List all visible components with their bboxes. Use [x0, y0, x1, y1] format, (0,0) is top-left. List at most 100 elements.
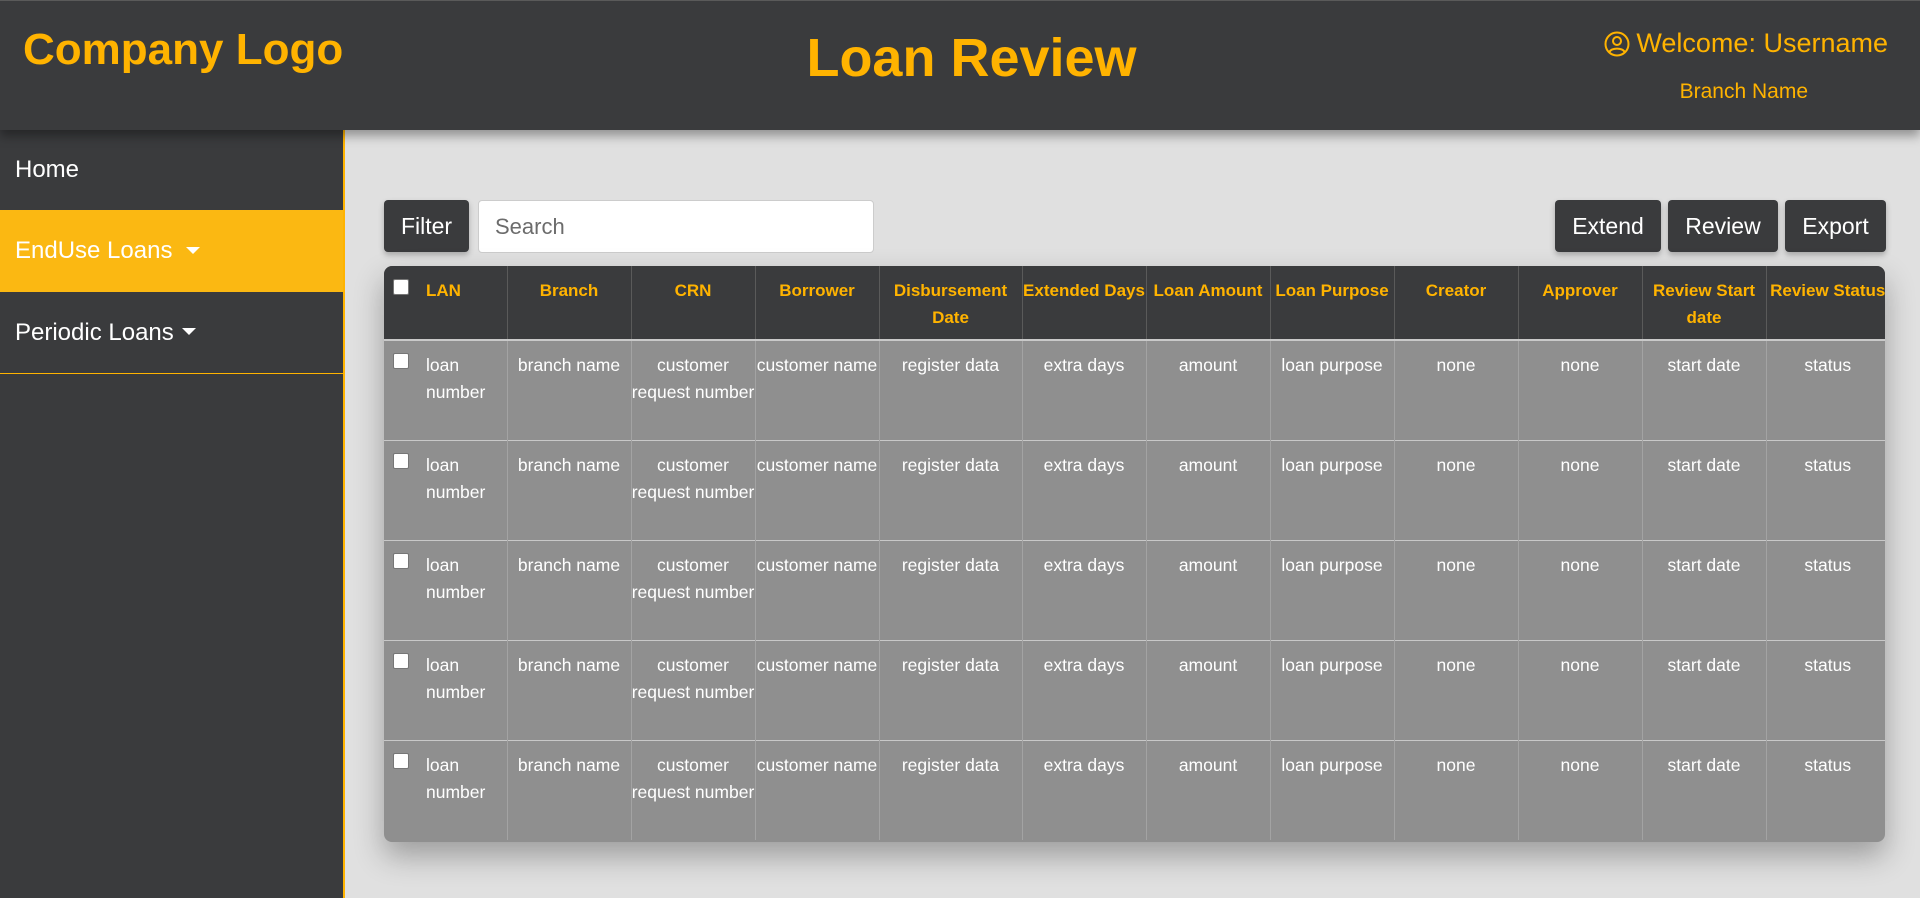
table-cell: start date — [1641, 439, 1766, 540]
table-row[interactable]: loan number branch name customer request n… — [384, 739, 1885, 840]
table-cell: loan purpose — [1269, 439, 1394, 540]
table-cell: customer name — [754, 739, 879, 840]
main-content: Filter Extend Review Export LAN BranchCRN… — [345, 130, 1920, 898]
column-header[interactable]: CRN — [630, 266, 755, 341]
table-cell: customer request number — [630, 639, 755, 740]
table-cell: loan number — [384, 340, 507, 440]
table-cell: start date — [1641, 639, 1766, 740]
table-cell: loan number — [384, 439, 507, 540]
search-input[interactable] — [478, 200, 874, 253]
column-header-label: LAN — [426, 281, 461, 300]
table-cell: customer name — [754, 340, 879, 440]
column-header[interactable]: Review Start date — [1641, 266, 1766, 341]
review-button[interactable]: Review — [1668, 200, 1778, 252]
table-cell: start date — [1641, 739, 1766, 840]
export-button[interactable]: Export — [1785, 200, 1886, 252]
column-header[interactable]: Approver — [1517, 266, 1642, 341]
column-header[interactable]: Branch — [506, 266, 631, 341]
lan-cell: loan number — [384, 352, 507, 406]
row-checkbox[interactable] — [393, 652, 409, 669]
table-cell: status — [1765, 439, 1885, 540]
user-circle-icon — [1604, 31, 1630, 56]
sidebar-item-enduse-loans[interactable]: EndUse Loans — [0, 210, 343, 292]
table-cell: status — [1765, 539, 1885, 640]
table-cell: extra days — [1021, 539, 1146, 640]
select-all-checkbox[interactable] — [393, 279, 409, 295]
table-cell: none — [1517, 639, 1642, 740]
cell-text: loan number — [426, 754, 486, 802]
sidebar-item-label: Periodic Loans — [15, 318, 174, 346]
table-cell: branch name — [506, 639, 631, 740]
lan-cell: loan number — [384, 452, 507, 506]
filter-button[interactable]: Filter — [384, 200, 469, 252]
column-header[interactable]: Loan Amount — [1145, 266, 1270, 341]
table-cell: loan purpose — [1269, 639, 1394, 740]
table-header: LAN Branch CRN Borrower Disbursement Date Ext… — [384, 266, 1885, 341]
app-header: Company Logo Loan Review Welcome: Userna… — [0, 0, 1920, 130]
column-header[interactable]: Loan Purpose — [1269, 266, 1394, 341]
cell-text: loan number — [426, 554, 486, 602]
table-cell: extra days — [1021, 340, 1146, 440]
table-cell: amount — [1145, 539, 1270, 640]
table-cell: amount — [1145, 340, 1270, 440]
table-cell: customer name — [754, 439, 879, 540]
column-header[interactable]: Review Status — [1765, 266, 1885, 341]
table-row[interactable]: loan number branch name customer request n… — [384, 639, 1885, 740]
sidebar-item-home[interactable]: Home — [0, 130, 343, 210]
sidebar-item-label: Home — [15, 156, 80, 183]
row-checkbox[interactable] — [393, 452, 409, 469]
table-cell: register data — [878, 739, 1022, 840]
table-cell: status — [1765, 739, 1885, 840]
table-cell: none — [1393, 340, 1518, 440]
table-cell: none — [1517, 340, 1642, 440]
table-cell: customer name — [754, 539, 879, 640]
table-cell: extra days — [1021, 739, 1146, 840]
table-cell: customer request number — [630, 739, 755, 840]
table-cell: none — [1393, 439, 1518, 540]
table-cell: customer request number — [630, 539, 755, 640]
table-cell: amount — [1145, 439, 1270, 540]
table-cell: register data — [878, 639, 1022, 740]
table-cell: start date — [1641, 539, 1766, 640]
table-cell: branch name — [506, 739, 631, 840]
table-cell: branch name — [506, 340, 631, 440]
table-cell: extra days — [1021, 439, 1146, 540]
table-cell: loan purpose — [1269, 539, 1394, 640]
table-cell: none — [1393, 539, 1518, 640]
column-header[interactable]: Creator — [1393, 266, 1518, 341]
row-checkbox[interactable] — [393, 353, 409, 369]
column-header[interactable]: Borrower — [754, 266, 879, 341]
table-row[interactable]: loan number branch name customer request n… — [384, 340, 1885, 440]
table-row[interactable]: loan number branch name customer request n… — [384, 539, 1885, 640]
table-cell: loan purpose — [1269, 739, 1394, 840]
table-cell: register data — [878, 340, 1022, 440]
sidebar-item-label: EndUse Loans — [15, 237, 173, 264]
cell-text: loan number — [426, 454, 486, 502]
extend-button[interactable]: Extend — [1555, 200, 1661, 252]
table-cell: customer name — [754, 639, 879, 740]
lan-cell: loan number — [384, 752, 507, 806]
sidebar-item-periodic-loans[interactable]: Periodic Loans — [0, 292, 343, 374]
user-welcome[interactable]: Welcome: Username — [1604, 28, 1888, 59]
table-row[interactable]: loan number branch name customer request n… — [384, 439, 1885, 540]
branch-name: Branch Name — [1679, 80, 1808, 103]
row-checkbox[interactable] — [393, 752, 409, 769]
table-cell: status — [1765, 340, 1885, 440]
table-cell: amount — [1145, 739, 1270, 840]
table-cell: loan number — [384, 539, 507, 640]
table-cell: extra days — [1021, 639, 1146, 740]
table-cell: branch name — [506, 539, 631, 640]
table-cell: status — [1765, 639, 1885, 740]
table-cell: loan number — [384, 639, 507, 740]
row-checkbox[interactable] — [393, 552, 409, 569]
column-header[interactable]: Disbursement Date — [878, 266, 1022, 341]
column-header[interactable]: LAN — [384, 266, 507, 341]
table-cell: customer request number — [630, 439, 755, 540]
table-cell: loan purpose — [1269, 340, 1394, 440]
table-cell: loan number — [384, 739, 507, 840]
cell-text: loan number — [426, 355, 486, 402]
caret-down-icon — [186, 246, 201, 254]
column-header[interactable]: Extended Days — [1021, 266, 1146, 341]
table-cell: amount — [1145, 639, 1270, 740]
table-cell: customer request number — [630, 340, 755, 440]
